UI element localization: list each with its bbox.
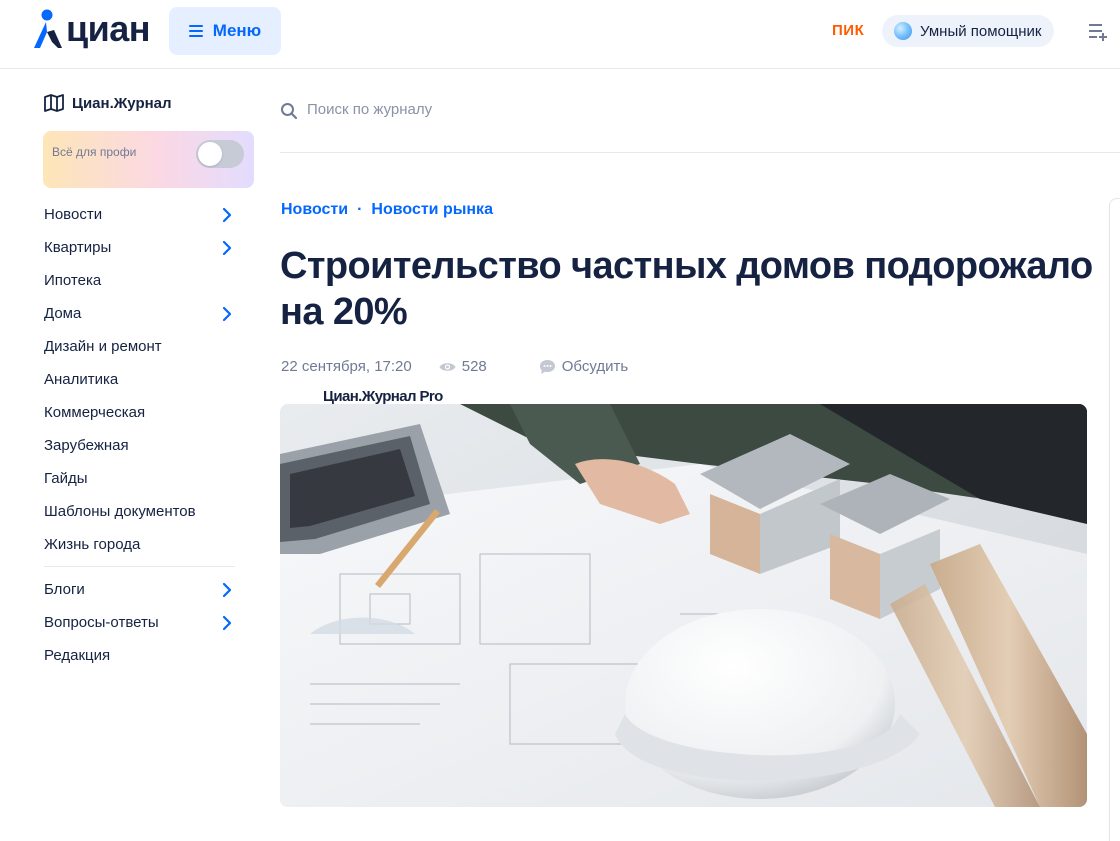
sidebar-item[interactable]: Квартиры bbox=[44, 231, 235, 264]
eye-icon bbox=[439, 362, 456, 371]
comment-bubble-icon bbox=[539, 359, 555, 374]
menu-button-label: Меню bbox=[212, 21, 262, 40]
map-book-icon bbox=[44, 94, 64, 112]
article-meta: 22 сентября, 17:20 528 Обсудить bbox=[281, 358, 628, 375]
sidebar-item[interactable]: Новости bbox=[44, 198, 235, 231]
sidebar-item[interactable]: Редакция bbox=[44, 639, 235, 672]
toggle-knob bbox=[198, 142, 222, 166]
breadcrumb-market-news[interactable]: Новости рынка bbox=[371, 201, 493, 219]
sidebar-item[interactable]: Дизайн и ремонт bbox=[44, 330, 235, 363]
cian-logo[interactable]: циан bbox=[30, 4, 151, 54]
search-input[interactable] bbox=[307, 101, 707, 118]
views-count: 528 bbox=[461, 358, 487, 375]
sidebar-item[interactable]: Аналитика bbox=[44, 363, 235, 396]
sidebar-item[interactable]: Зарубежная bbox=[44, 429, 235, 462]
sidebar-item-label: Аналитика bbox=[44, 371, 119, 388]
list-add-icon[interactable] bbox=[1088, 21, 1108, 41]
article-date: 22 сентября, 17:20 bbox=[281, 358, 412, 375]
pro-toggle[interactable] bbox=[196, 140, 244, 168]
sidebar-item-label: Редакция bbox=[44, 647, 111, 664]
discuss-label: Обсудить bbox=[561, 358, 629, 375]
chevron-right-icon bbox=[222, 306, 232, 321]
sidebar-item-label: Ипотека bbox=[44, 272, 102, 289]
search-icon bbox=[281, 103, 298, 120]
sidebar-item[interactable]: Дома bbox=[44, 297, 235, 330]
sidebar-item[interactable]: Вопросы-ответы bbox=[44, 606, 235, 639]
top-header: циан Меню ПИК Умный помощник bbox=[0, 0, 1120, 69]
sidebar-item-label: Гайды bbox=[44, 470, 88, 487]
breadcrumb: Новости · Новости рынка bbox=[281, 201, 493, 219]
discuss-button[interactable]: Обсудить bbox=[539, 358, 628, 375]
sidebar-item[interactable]: Коммерческая bbox=[44, 396, 235, 429]
assistant-label: Умный помощник bbox=[920, 22, 1042, 40]
sidebar-item[interactable]: Жизнь города bbox=[44, 528, 235, 561]
assistant-orb-icon bbox=[894, 22, 912, 40]
sidebar-item[interactable]: Ипотека bbox=[44, 264, 235, 297]
nav-divider bbox=[44, 566, 235, 567]
sidebar-item-label: Блоги bbox=[44, 581, 85, 598]
journal-search bbox=[280, 89, 1120, 153]
pik-partner-logo[interactable]: ПИК bbox=[832, 22, 864, 39]
sidebar-item-label: Квартиры bbox=[44, 239, 112, 256]
sidebar-item-label: Зарубежная bbox=[44, 437, 129, 454]
cian-logo-icon bbox=[34, 9, 62, 48]
breadcrumb-separator: · bbox=[357, 201, 363, 218]
chevron-right-icon bbox=[222, 240, 232, 255]
sidebar-item-label: Дома bbox=[44, 305, 82, 322]
menu-button[interactable]: Меню bbox=[169, 7, 281, 55]
chevron-right-icon bbox=[222, 615, 232, 630]
journal-home-link[interactable]: Циан.Журнал bbox=[44, 94, 172, 112]
chevron-right-icon bbox=[222, 582, 232, 597]
article-title: Строительство частных домов подорожало н… bbox=[280, 245, 1093, 333]
journal-label: Циан.Журнал bbox=[72, 94, 172, 112]
hamburger-icon bbox=[188, 25, 203, 37]
journal-pro-card: Циан.Журнал Pro Всё для профи bbox=[43, 131, 443, 405]
sidebar-item[interactable]: Гайды bbox=[44, 462, 235, 495]
sidebar-item-label: Коммерческая bbox=[44, 404, 146, 421]
sidebar-nav: Новости Квартиры Ипотека Дома Дизайн и ремон… bbox=[44, 198, 235, 672]
page-scroll-edge bbox=[1109, 198, 1120, 841]
sidebar-item-label: Жизнь города bbox=[44, 536, 141, 553]
article-hero-image bbox=[280, 404, 1087, 807]
sidebar-item[interactable]: Шаблоны документов bbox=[44, 495, 235, 528]
chevron-right-icon bbox=[222, 207, 232, 222]
sidebar-item-label: Шаблоны документов bbox=[44, 503, 196, 520]
sidebar-item[interactable]: Блоги bbox=[44, 573, 235, 606]
sidebar-item-label: Новости bbox=[44, 206, 103, 223]
logo-text: циан bbox=[66, 8, 151, 49]
sidebar-item-label: Дизайн и ремонт bbox=[44, 338, 162, 355]
article-views: 528 bbox=[439, 358, 487, 375]
smart-assistant-button[interactable]: Умный помощник bbox=[882, 15, 1055, 47]
architect-desk-photo-icon bbox=[280, 404, 1087, 807]
breadcrumb-news[interactable]: Новости bbox=[281, 201, 348, 219]
sidebar-item-label: Вопросы-ответы bbox=[44, 614, 159, 631]
